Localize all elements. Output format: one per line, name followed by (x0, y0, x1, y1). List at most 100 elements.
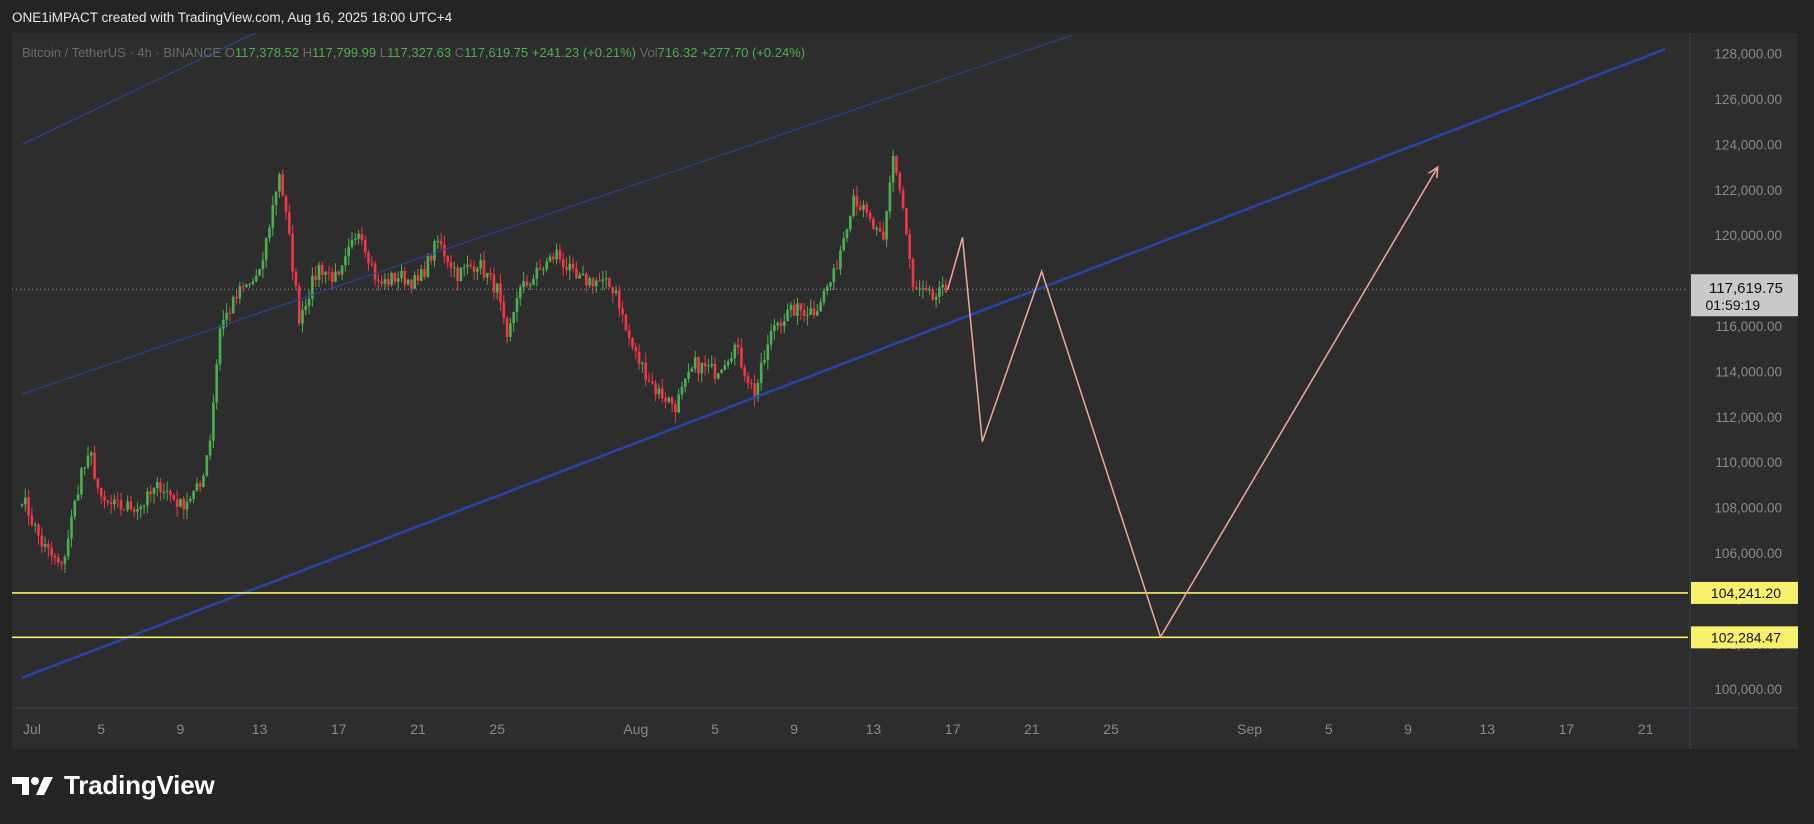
x-tick-label: 13 (866, 721, 882, 737)
candle-body (713, 363, 717, 379)
candle-body (334, 271, 337, 282)
candle-body (687, 371, 690, 379)
candle-body (429, 256, 433, 261)
candle-body (634, 347, 638, 352)
candle-body (456, 267, 459, 281)
projection-path[interactable] (946, 166, 1439, 639)
candle-body (641, 362, 644, 364)
candle-body (499, 283, 502, 303)
high-value: 117,799.99 (312, 45, 377, 60)
candle-body (746, 376, 750, 383)
candle-body (667, 397, 671, 402)
x-tick-label: 21 (410, 721, 426, 737)
volume-change: +277.70 (+0.24%) (701, 45, 806, 60)
candle-body (86, 455, 90, 468)
candle-body (218, 328, 222, 365)
x-tick-label: Sep (1237, 721, 1262, 737)
candle-body (849, 215, 852, 230)
price-chart[interactable]: 100,000.00102,000.00104,000.00106,000.00… (0, 0, 1814, 824)
candle-body (231, 296, 235, 314)
candle-body (621, 308, 624, 315)
y-tick-label: 110,000.00 (1715, 455, 1782, 470)
candle-body (162, 491, 166, 493)
candle-body (99, 487, 103, 497)
candle-body (50, 548, 53, 556)
candle-body (357, 233, 360, 239)
candle-body (862, 204, 865, 210)
candle-body (786, 309, 789, 322)
candle-body (198, 483, 202, 487)
x-tick-label: 13 (1479, 721, 1495, 737)
candle-body (113, 499, 116, 505)
candle-body (284, 196, 288, 213)
candle-body (123, 509, 126, 511)
candle-body (743, 367, 746, 377)
close-value: 117,619.75 (464, 45, 529, 60)
candle-body (301, 310, 304, 324)
candle-body (604, 278, 608, 280)
channel-trendline[interactable] (21, 47, 1666, 680)
candle-body (149, 491, 152, 495)
candle-body (720, 369, 723, 374)
candle-body (730, 358, 733, 362)
candle-body (891, 155, 895, 183)
candle-body (344, 256, 347, 266)
candle-body (855, 195, 859, 207)
candle-body (585, 273, 588, 286)
x-tick-label: 9 (177, 721, 185, 737)
candle-body (565, 267, 568, 270)
candle-body (132, 509, 136, 512)
candle-body (20, 504, 24, 506)
candle-body (717, 373, 720, 379)
candle-body (33, 524, 37, 526)
channel-trendline[interactable] (21, 34, 1072, 395)
candle-body (330, 272, 334, 282)
candle-body (208, 440, 212, 456)
candle-body (410, 279, 413, 289)
candle-body (380, 281, 383, 284)
candle-body (614, 290, 618, 294)
candle-body (677, 394, 680, 413)
candle-body (337, 271, 341, 275)
candle-body (43, 544, 47, 547)
candle-body (829, 282, 832, 287)
drawings (12, 33, 1688, 680)
x-tick-label: 5 (711, 721, 719, 737)
candle-body (354, 238, 357, 241)
candle-body (558, 249, 562, 260)
x-tick-label: 25 (1103, 721, 1119, 737)
candle-body (723, 365, 727, 370)
candle-body (532, 278, 535, 285)
candle-body (693, 357, 697, 369)
candle-body (522, 281, 525, 288)
candle-body (119, 500, 123, 510)
candle-body (895, 155, 898, 174)
candle-body (799, 303, 803, 310)
candle-body (618, 290, 621, 309)
candle-body (680, 386, 684, 395)
candle-body (872, 218, 875, 230)
symbol-label[interactable]: Bitcoin / TetherUS · 4h · BINANCE (22, 45, 221, 60)
candle-body (552, 256, 555, 260)
candle-body (416, 275, 420, 281)
candle-body (931, 289, 935, 300)
candle-body (90, 452, 93, 456)
tradingview-brand[interactable]: TradingView (12, 770, 215, 801)
candle-body (644, 362, 647, 381)
candle-body (152, 488, 156, 495)
candle-body (212, 402, 215, 441)
candle-body (245, 284, 248, 288)
candle-body (581, 273, 585, 275)
candle-body (495, 283, 499, 293)
candle-body (763, 360, 766, 363)
candle-body (205, 455, 209, 476)
candle-body (707, 365, 710, 367)
candle-body (670, 397, 674, 404)
candle-body (740, 347, 743, 368)
candle-body (905, 208, 908, 235)
candle-body (476, 268, 479, 272)
x-tick-label: 9 (1404, 721, 1412, 737)
candle-body (222, 319, 225, 329)
x-tick-label: Jul (23, 721, 41, 737)
candle-body (802, 309, 806, 317)
